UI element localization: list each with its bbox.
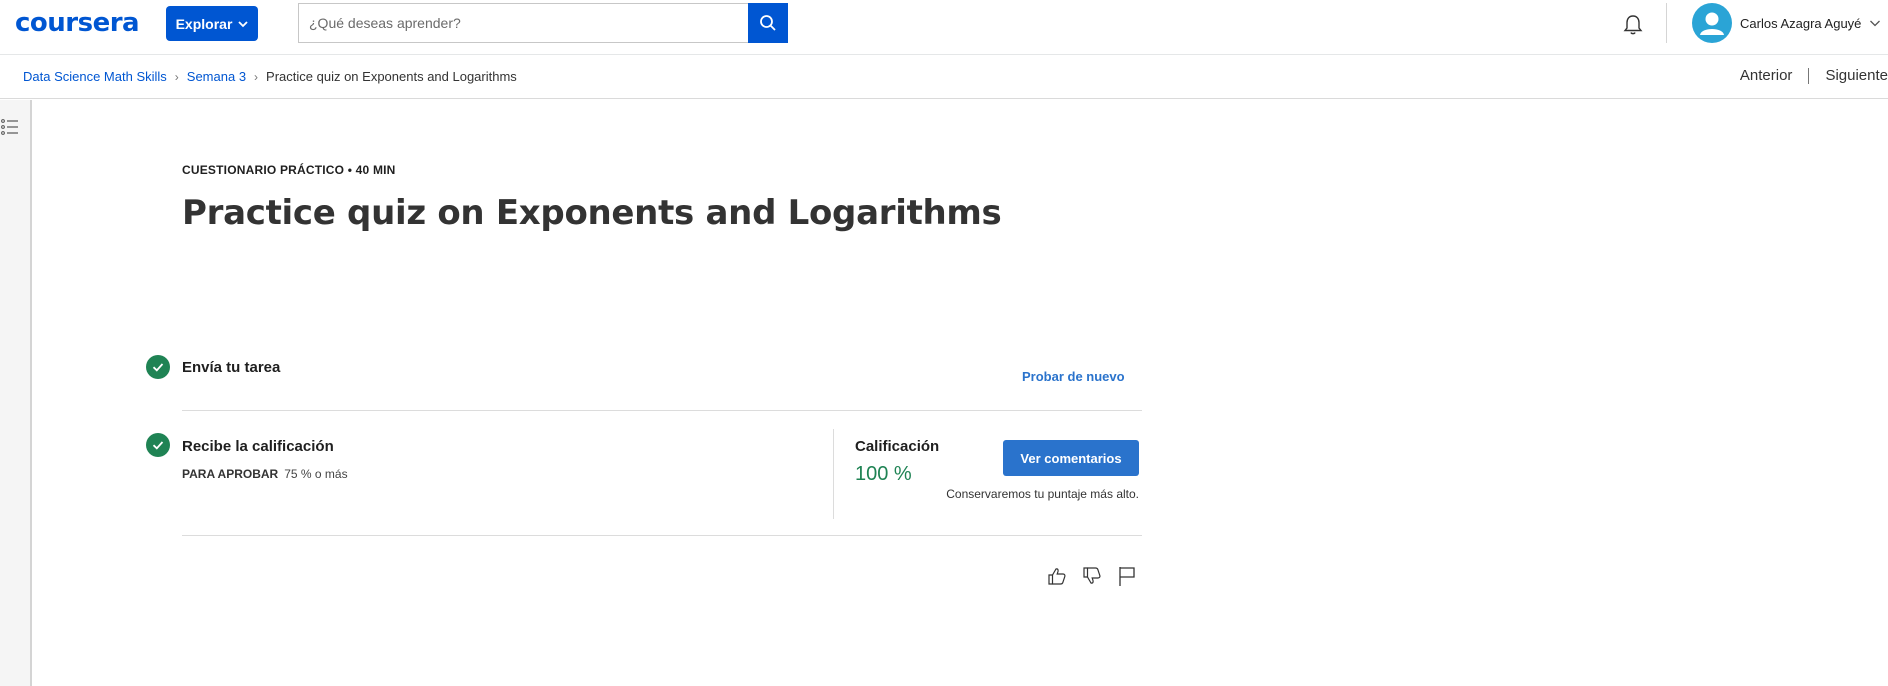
passing-requirement: PARA APROBAR 75 % o más — [182, 467, 348, 481]
pass-label: PARA APROBAR — [182, 467, 279, 481]
prev-next-nav: Anterior Siguiente — [1740, 67, 1888, 84]
grade-label: Calificación — [855, 438, 940, 455]
breadcrumb-current: Practice quiz on Exponents and Logarithm… — [266, 69, 517, 84]
check-icon — [146, 355, 170, 379]
avatar-icon — [1692, 3, 1732, 43]
submit-step-label: Envía tu tarea — [182, 359, 281, 376]
flag-icon[interactable] — [1116, 565, 1138, 587]
view-feedback-button[interactable]: Ver comentarios — [1003, 440, 1139, 476]
check-icon — [146, 433, 170, 457]
thumbs-down-icon[interactable] — [1081, 565, 1103, 587]
nav-divider — [1808, 67, 1810, 84]
explore-button[interactable]: Explorar — [166, 6, 258, 41]
next-link[interactable]: Siguiente — [1825, 67, 1888, 84]
breadcrumb-week[interactable]: Semana 3 — [187, 69, 246, 84]
previous-link[interactable]: Anterior — [1740, 67, 1793, 84]
breadcrumb-separator-icon: › — [254, 69, 259, 84]
retry-link[interactable]: Probar de nuevo — [1022, 369, 1125, 384]
pass-value: 75 % o más — [284, 467, 348, 481]
grade-value: 100 % — [855, 463, 912, 485]
coursera-logo[interactable]: coursera — [15, 8, 140, 38]
search-input[interactable] — [298, 3, 748, 43]
breadcrumb: Data Science Math Skills › Semana 3 › Pr… — [23, 69, 517, 84]
page-title: Practice quiz on Exponents and Logarithm… — [182, 193, 1002, 233]
chevron-down-icon — [1870, 20, 1881, 27]
thumbs-up-icon[interactable] — [1046, 565, 1068, 587]
breadcrumb-course[interactable]: Data Science Math Skills — [23, 69, 167, 84]
top-header: coursera Explorar Carlos Azagra Aguyé — [0, 0, 1888, 55]
user-name: Carlos Azagra Aguyé — [1740, 15, 1862, 31]
highest-score-note: Conservaremos tu puntaje más alto. — [946, 487, 1139, 501]
receive-step-label: Recibe la calificación — [182, 438, 334, 455]
search-icon — [760, 15, 776, 31]
explore-button-label: Explorar — [175, 15, 233, 32]
menu-list-icon[interactable] — [1, 118, 19, 136]
column-divider — [833, 429, 834, 519]
breadcrumb-separator-icon: › — [174, 69, 179, 84]
header-divider — [1666, 3, 1667, 43]
breadcrumb-bar: Data Science Math Skills › Semana 3 › Pr… — [0, 55, 1888, 99]
divider — [182, 410, 1142, 411]
left-rail — [0, 100, 32, 686]
search-bar — [298, 3, 788, 43]
divider — [182, 535, 1142, 536]
bell-icon[interactable] — [1621, 13, 1645, 37]
user-menu[interactable]: Carlos Azagra Aguyé — [1692, 2, 1881, 44]
quiz-kicker: CUESTIONARIO PRÁCTICO • 40 MIN — [182, 163, 396, 177]
search-button[interactable] — [748, 3, 788, 43]
chevron-down-icon — [238, 20, 249, 27]
